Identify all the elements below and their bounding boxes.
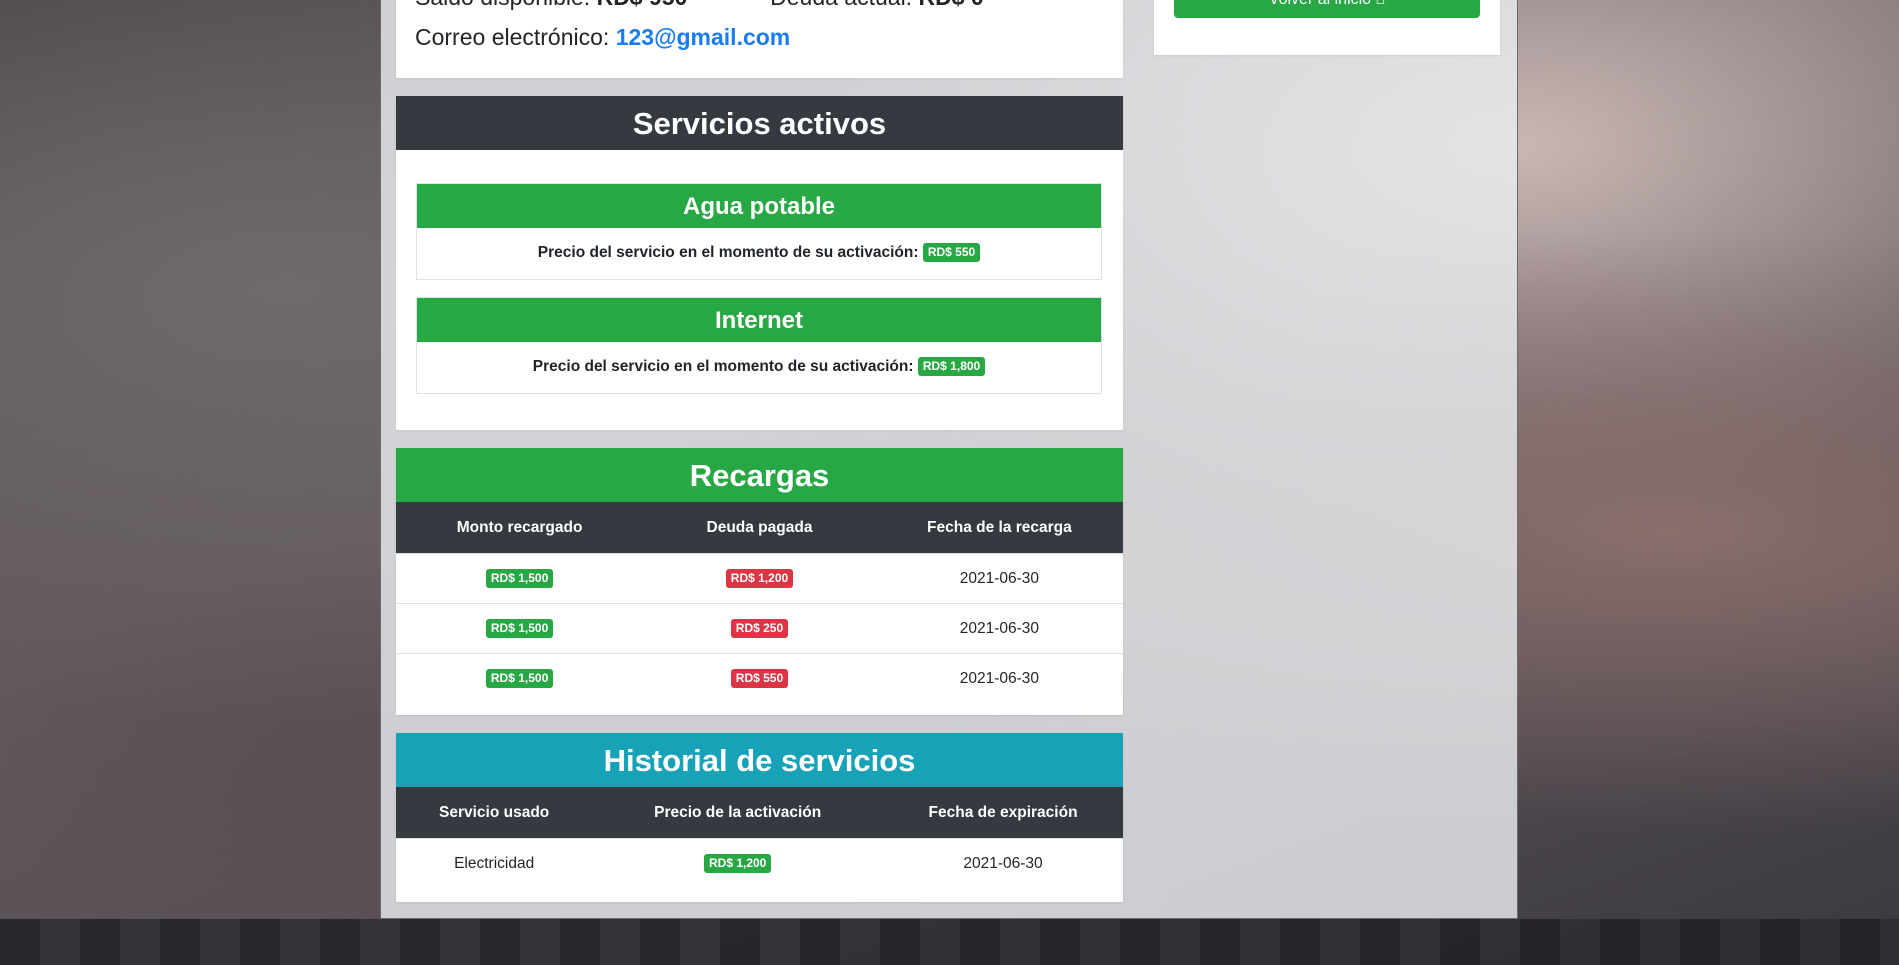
column-header: Monto recargado: [396, 502, 644, 554]
recharges-title: Recargas: [396, 448, 1123, 502]
price-badge: RD$ 1,200: [703, 854, 772, 873]
balance-label: Saldo disponible:: [415, 0, 590, 10]
date-cell: 2021-06-30: [875, 553, 1123, 604]
column-header: Servicio usado: [396, 787, 593, 839]
debt-badge: RD$ 550: [730, 669, 789, 688]
table-row: Electricidad RD$ 1,200 2021-06-30: [396, 838, 1123, 888]
column-header: Precio de la activación: [592, 787, 884, 839]
date-cell: 2021-06-30: [883, 838, 1123, 888]
home-icon: ⌂: [1376, 0, 1386, 8]
service-price-label: Precio del servicio en el momento de su …: [532, 358, 914, 375]
recharges-card: Recargas Monto recargado Deuda pagada Fe…: [396, 448, 1123, 715]
balance-row: Saldo disponible: RD$ 950 Deuda actual: …: [415, 0, 984, 11]
price-cell: RD$ 1,200: [592, 838, 884, 888]
service-price-badge: RD$ 550: [922, 243, 981, 263]
service-price-label: Precio del servicio en el momento de su …: [537, 244, 919, 261]
email-value[interactable]: 123@gmail.com: [616, 24, 791, 50]
service-history-table: Servicio usado Precio de la activación F…: [396, 787, 1123, 888]
debt-cell: RD$ 1,200: [643, 553, 876, 604]
debt-label: Deuda actual:: [770, 0, 912, 10]
profile-card: Saldo disponible: RD$ 950 Deuda actual: …: [396, 0, 1123, 78]
column-header: Fecha de expiración: [883, 787, 1123, 839]
home-button[interactable]: Volver al inicio ⌂: [1174, 0, 1480, 18]
balance-value: RD$ 950: [597, 0, 688, 10]
amount-cell: RD$ 1,500: [396, 653, 644, 703]
column-header: Fecha de la recarga: [875, 502, 1123, 554]
background-keyboard: [0, 919, 1899, 965]
debt-cell: RD$ 250: [643, 603, 876, 654]
service-price-badge: RD$ 1,800: [917, 357, 986, 377]
recharges-table: Monto recargado Deuda pagada Fecha de la…: [396, 502, 1123, 703]
email-label: Correo electrónico:: [415, 24, 610, 50]
service-price-row: Precio del servicio en el momento de su …: [417, 228, 1101, 278]
service-history-title: Historial de servicios: [396, 733, 1123, 787]
debt-badge: RD$ 1,200: [725, 569, 794, 588]
debt-value: RD$ 0: [918, 0, 983, 10]
service-cell: Electricidad: [396, 838, 593, 888]
table-row: RD$ 1,500 RD$ 550 2021-06-30: [396, 653, 1123, 703]
amount-cell: RD$ 1,500: [396, 553, 644, 604]
table-row: RD$ 1,500 RD$ 1,200 2021-06-30: [396, 553, 1123, 604]
amount-badge: RD$ 1,500: [485, 569, 554, 588]
debt-cell: RD$ 550: [643, 653, 876, 703]
amount-badge: RD$ 1,500: [485, 669, 554, 688]
date-cell: 2021-06-30: [875, 653, 1123, 703]
home-button-label: Volver al inicio: [1269, 0, 1371, 8]
service-price-row: Precio del servicio en el momento de su …: [417, 342, 1101, 392]
amount-cell: RD$ 1,500: [396, 603, 644, 654]
active-services-title: Servicios activos: [396, 96, 1123, 150]
sidebar-card: Volver al inicio ⌂: [1154, 0, 1500, 55]
service-history-card: Historial de servicios Servicio usado Pr…: [396, 733, 1123, 902]
email-row: Correo electrónico: 123@gmail.com: [415, 24, 790, 51]
debt-badge: RD$ 250: [730, 619, 789, 638]
service-name: Internet: [417, 298, 1101, 342]
amount-badge: RD$ 1,500: [485, 619, 554, 638]
service-item: Agua potable Precio del servicio en el m…: [416, 183, 1102, 280]
active-services-card: Servicios activos Agua potable Precio de…: [396, 96, 1123, 430]
date-cell: 2021-06-30: [875, 603, 1123, 654]
column-header: Deuda pagada: [643, 502, 876, 554]
service-item: Internet Precio del servicio en el momen…: [416, 297, 1102, 394]
service-name: Agua potable: [417, 184, 1101, 228]
table-row: RD$ 1,500 RD$ 250 2021-06-30: [396, 603, 1123, 654]
